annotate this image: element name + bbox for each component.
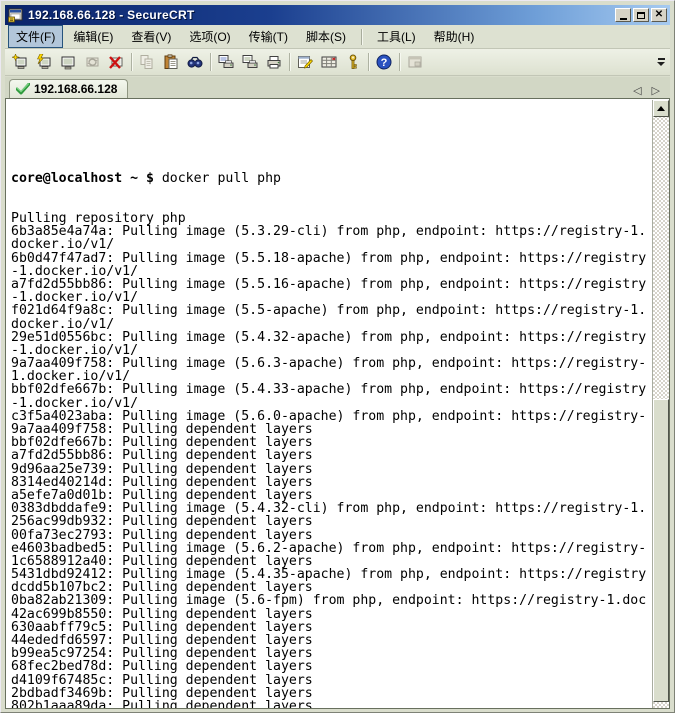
securecrt-window: 192.168.66.128 - SecureCRT ✕ 文件(F) 编辑(E)… bbox=[0, 0, 675, 713]
terminal-line: -1.docker.io/v1/ bbox=[11, 265, 652, 278]
paste-button[interactable] bbox=[159, 51, 183, 74]
clone-session-button bbox=[403, 51, 427, 74]
terminal-line: 6b0d47f47ad7: Pulling image (5.5.18-apac… bbox=[11, 252, 652, 265]
disconnect-button[interactable] bbox=[104, 51, 128, 74]
terminal-line: bbf02dfe667b: Pulling image (5.4.33-apac… bbox=[11, 383, 652, 396]
toolbar-separator bbox=[210, 53, 211, 71]
connect-button[interactable] bbox=[56, 51, 80, 74]
terminal-line: docker.io/v1/ bbox=[11, 318, 652, 331]
print-selection-button[interactable] bbox=[238, 51, 262, 74]
reconnect-button bbox=[80, 51, 104, 74]
title-bar: 192.168.66.128 - SecureCRT ✕ bbox=[5, 5, 670, 25]
toolbar: ? bbox=[5, 49, 670, 76]
new-session-button[interactable] bbox=[8, 51, 32, 74]
connected-check-icon bbox=[16, 83, 30, 95]
tab-scroll-left-icon[interactable]: ◁ bbox=[633, 84, 641, 98]
terminal-line: 0ba82ab21309: Pulling image (5.6-fpm) fr… bbox=[11, 594, 652, 607]
print-screen-button[interactable] bbox=[214, 51, 238, 74]
toolbar-separator bbox=[131, 53, 132, 71]
reconnect-icon bbox=[84, 54, 100, 70]
copy-button bbox=[135, 51, 159, 74]
terminal-line: d4109f67485c: Pulling dependent layers bbox=[11, 674, 652, 687]
terminal-line: a7fd2d55bb86: Pulling dependent layers bbox=[11, 449, 652, 462]
session-tab-label: 192.168.66.128 bbox=[34, 82, 117, 96]
terminal-line: e4603badbed5: Pulling image (5.6.2-apach… bbox=[11, 542, 652, 555]
vertical-scrollbar[interactable] bbox=[652, 100, 669, 708]
session-options-button[interactable] bbox=[293, 51, 317, 74]
toolbar-separator bbox=[399, 53, 400, 71]
terminal-line: 2bdbadf3469b: Pulling dependent layers bbox=[11, 687, 652, 700]
menu-transfer[interactable]: 传输(T) bbox=[241, 25, 296, 48]
menu-separator bbox=[361, 29, 362, 45]
copy-icon bbox=[139, 54, 155, 70]
terminal-panel: core@localhost ~ $ docker pull php Pulli… bbox=[5, 98, 670, 709]
menu-options[interactable]: 选项(O) bbox=[181, 25, 238, 48]
session-tab[interactable]: 192.168.66.128 bbox=[9, 79, 128, 98]
terminal-line: 00fa73ec2793: Pulling dependent layers bbox=[11, 529, 652, 542]
tab-bar: 192.168.66.128 ◁ ▷ bbox=[5, 77, 670, 98]
key-icon bbox=[345, 54, 361, 70]
terminal-line: 29e51d0556bc: Pulling image (5.4.32-apac… bbox=[11, 331, 652, 344]
paste-icon bbox=[163, 54, 179, 70]
menu-script[interactable]: 脚本(S) bbox=[298, 25, 354, 48]
disconnect-icon bbox=[108, 54, 124, 70]
help-button[interactable]: ? bbox=[372, 51, 396, 74]
terminal-line: docker.io/v1/ bbox=[11, 238, 652, 251]
minimize-button[interactable] bbox=[615, 8, 631, 22]
toolbar-overflow-icon bbox=[658, 58, 665, 60]
maximize-button[interactable] bbox=[633, 8, 649, 22]
quick-connect-button[interactable] bbox=[32, 51, 56, 74]
clone-session-icon bbox=[407, 54, 423, 70]
terminal-line: 256ac99db932: Pulling dependent layers bbox=[11, 515, 652, 528]
terminal-line: 8314ed40214d: Pulling dependent layers bbox=[11, 476, 652, 489]
toolbar-overflow-button[interactable] bbox=[654, 54, 668, 70]
menu-tools[interactable]: 工具(L) bbox=[369, 25, 424, 48]
scrollbar-up-button[interactable] bbox=[653, 100, 669, 117]
terminal-line: 802b1aaa89da: Pulling dependent layers bbox=[11, 700, 652, 709]
tab-scroll-right-icon[interactable]: ▷ bbox=[652, 84, 660, 98]
find-icon bbox=[187, 54, 203, 70]
close-button[interactable]: ✕ bbox=[651, 8, 667, 22]
window-title: 192.168.66.128 - SecureCRT bbox=[28, 8, 615, 22]
terminal-line: 9d96aa25e739: Pulling dependent layers bbox=[11, 463, 652, 476]
find-button[interactable] bbox=[183, 51, 207, 74]
menu-help[interactable]: 帮助(H) bbox=[426, 25, 483, 48]
terminal-prompt-line: core@localhost ~ $ docker pull php bbox=[11, 172, 652, 185]
menu-file[interactable]: 文件(F) bbox=[8, 25, 63, 48]
print-button[interactable] bbox=[262, 51, 286, 74]
scroll-up-icon bbox=[657, 106, 665, 111]
session-options-icon bbox=[297, 54, 313, 70]
maximize-icon bbox=[637, 12, 645, 19]
menu-bar: 文件(F) 编辑(E) 查看(V) 选项(O) 传输(T) 脚本(S) 工具(L… bbox=[5, 25, 670, 49]
toolbar-separator bbox=[368, 53, 369, 71]
shell-command: docker pull php bbox=[154, 171, 281, 186]
terminal-line: 68fec2bed78d: Pulling dependent layers bbox=[11, 660, 652, 673]
quick-connect-icon bbox=[36, 54, 52, 70]
help-icon: ? bbox=[376, 54, 392, 70]
connect-icon bbox=[60, 54, 76, 70]
minimize-icon bbox=[620, 18, 627, 20]
scrollbar-thumb[interactable] bbox=[653, 399, 669, 702]
menu-edit[interactable]: 编辑(E) bbox=[65, 25, 121, 48]
securecrt-app-icon bbox=[8, 8, 24, 23]
keymap-icon bbox=[321, 54, 337, 70]
svg-text:?: ? bbox=[381, 57, 388, 69]
shell-prompt: core@localhost ~ $ bbox=[11, 171, 154, 186]
new-session-icon bbox=[12, 54, 28, 70]
toolbar-separator bbox=[289, 53, 290, 71]
key-generator-button[interactable] bbox=[341, 51, 365, 74]
terminal-line: -1.docker.io/v1/ bbox=[11, 397, 652, 410]
print-icon bbox=[266, 54, 282, 70]
terminal-output: Pulling repository php6b3a85e4a74a: Pull… bbox=[11, 212, 652, 709]
menu-view[interactable]: 查看(V) bbox=[123, 25, 179, 48]
close-icon: ✕ bbox=[655, 10, 663, 20]
terminal-line: 42ac699b8550: Pulling dependent layers bbox=[11, 608, 652, 621]
print-screen-icon bbox=[218, 54, 234, 70]
terminal-screen[interactable]: core@localhost ~ $ docker pull php Pulli… bbox=[7, 100, 652, 708]
print-selection-icon bbox=[242, 54, 258, 70]
keymap-button[interactable] bbox=[317, 51, 341, 74]
terminal-line: f021d64f9a8c: Pulling image (5.5-apache)… bbox=[11, 304, 652, 317]
